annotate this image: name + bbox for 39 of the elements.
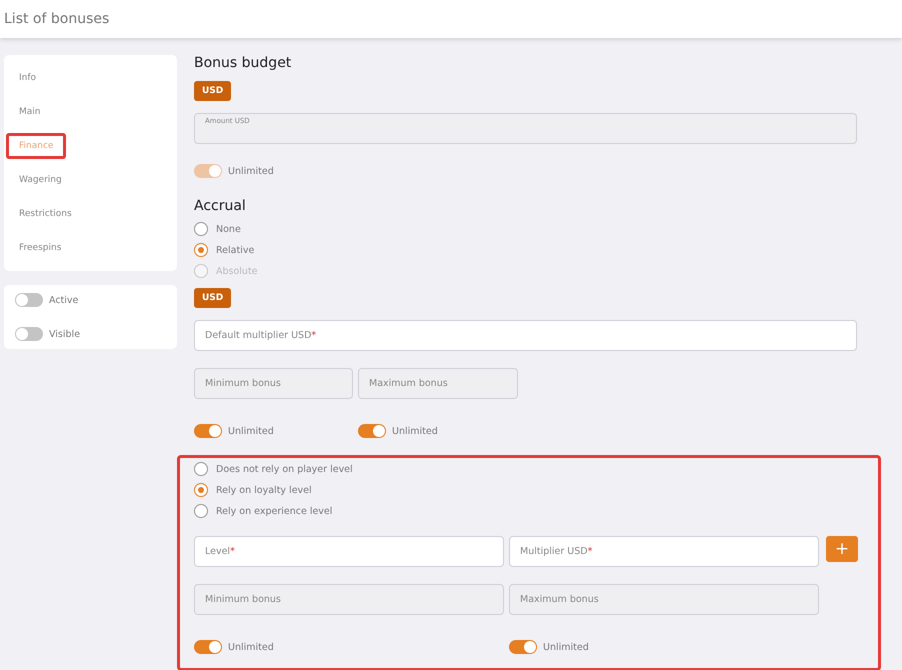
section-heading: Accrual bbox=[194, 198, 246, 214]
toggle-switch[interactable] bbox=[15, 293, 43, 307]
section-heading: Bonus budget bbox=[194, 55, 292, 71]
toggle-label: Unlimited bbox=[228, 642, 274, 652]
toggle-label: Unlimited bbox=[543, 642, 589, 652]
input-field[interactable]: Multiplier USD* bbox=[509, 536, 819, 567]
input-field[interactable]: Default multiplier USD* bbox=[194, 320, 857, 351]
toggle-label: Unlimited bbox=[228, 426, 274, 436]
toggle-label: Unlimited bbox=[228, 166, 274, 176]
radio-button[interactable] bbox=[194, 462, 208, 476]
radio-button[interactable] bbox=[194, 483, 208, 497]
radio-label: Absolute bbox=[216, 266, 258, 276]
toggle-switch[interactable] bbox=[15, 327, 43, 341]
toggle-switch[interactable] bbox=[358, 424, 386, 438]
toggle-switch[interactable] bbox=[194, 640, 222, 654]
input-field[interactable]: Level* bbox=[194, 536, 504, 567]
sidebar-item[interactable]: Info bbox=[6, 65, 50, 91]
radio-label: Does not rely on player level bbox=[216, 464, 353, 474]
radio-label: Rely on loyalty level bbox=[216, 484, 312, 496]
toggle-label: Active bbox=[49, 294, 78, 306]
sidebar-item[interactable]: Wagering bbox=[6, 167, 75, 193]
toggle-label: Unlimited bbox=[392, 426, 438, 436]
sidebar-item[interactable]: Main bbox=[6, 99, 54, 125]
sidebar-item[interactable]: Restrictions bbox=[6, 201, 85, 227]
page-title: List of bonuses bbox=[4, 11, 110, 27]
currency-button[interactable]: USD bbox=[194, 288, 232, 308]
radio-label: Rely on experience level bbox=[216, 506, 332, 516]
toggle-label: Visible bbox=[49, 328, 80, 340]
currency-button[interactable]: USD bbox=[194, 81, 232, 101]
radio-button[interactable] bbox=[194, 504, 208, 518]
radio-label: Relative bbox=[216, 244, 254, 256]
radio-label: None bbox=[216, 224, 241, 234]
add-button[interactable]: + bbox=[826, 536, 858, 562]
toggle-switch[interactable] bbox=[509, 640, 537, 654]
sidebar-item[interactable]: Finance bbox=[6, 133, 66, 159]
toggle-switch[interactable] bbox=[194, 424, 222, 438]
radio-button[interactable] bbox=[194, 222, 208, 236]
sidebar-item[interactable]: Freespins bbox=[6, 235, 74, 261]
radio-button[interactable] bbox=[194, 243, 208, 257]
